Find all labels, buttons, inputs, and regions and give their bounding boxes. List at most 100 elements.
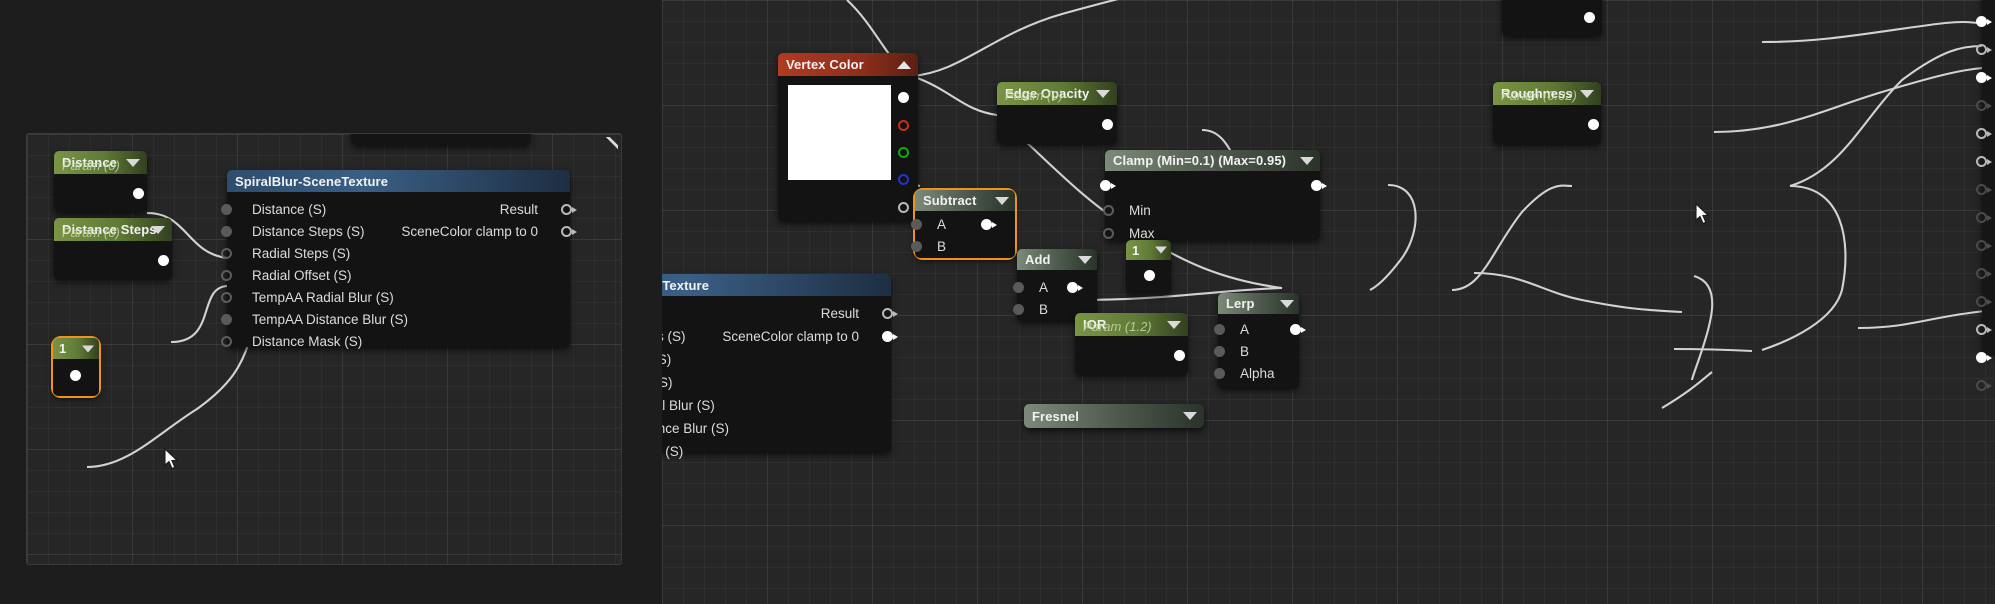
node-lerp[interactable]: Lerp A B Alpha: [1214, 293, 1306, 388]
node-ior-param[interactable]: IOR Param (1.2): [1075, 313, 1188, 375]
chevron-up-icon[interactable]: [897, 60, 911, 69]
node-header[interactable]: SpiralBlur-SceneTexture: [227, 170, 570, 192]
output-pin-b[interactable]: [898, 174, 911, 187]
node-header[interactable]: Subtract: [915, 190, 1015, 211]
output-pin-result[interactable]: [981, 219, 997, 232]
chevron-down-icon[interactable]: [1167, 320, 1181, 329]
output-pin-result[interactable]: [882, 308, 898, 321]
input-pin-a[interactable]: [911, 219, 924, 232]
material-input-pin-custom-data-1[interactable]: [1976, 296, 1992, 309]
input-pin-distance[interactable]: [221, 204, 234, 217]
output-pin-value[interactable]: [133, 188, 146, 201]
output-pin-result[interactable]: [1311, 180, 1327, 193]
node-add[interactable]: Add A B: [1013, 249, 1097, 321]
output-pin-value[interactable]: [1174, 350, 1187, 363]
output-pin-r[interactable]: [898, 120, 911, 133]
right-graph-panel[interactable]: Param (0) Vertex Color Edge Opacity: [662, 0, 1995, 604]
panel-resize-grip[interactable]: [604, 137, 618, 151]
material-input-pin-pixel-depth-offset[interactable]: [1976, 380, 1992, 393]
chevron-down-icon[interactable]: [1183, 412, 1197, 420]
node-header[interactable]: Add: [1017, 249, 1097, 270]
output-pin-a[interactable]: [898, 202, 911, 215]
material-input-pin-emissive-color[interactable]: [1976, 44, 1992, 57]
output-pin-result[interactable]: [561, 204, 577, 217]
input-pin-distance-mask[interactable]: [221, 336, 234, 349]
chevron-down-icon[interactable]: [1280, 299, 1294, 308]
node-header[interactable]: Lerp: [1218, 293, 1299, 314]
output-pin-value[interactable]: [70, 370, 83, 383]
input-pin-b[interactable]: [1013, 304, 1026, 317]
chevron-down-icon[interactable]: [995, 196, 1009, 205]
material-input-pin-custom-data-0[interactable]: [1976, 268, 1992, 281]
output-pin-g[interactable]: [898, 147, 911, 160]
output-pin-value[interactable]: [1588, 119, 1601, 132]
node-constant-one[interactable]: 1: [51, 336, 101, 398]
output-pin-value[interactable]: [505, 134, 518, 135]
chevron-down-icon[interactable]: [82, 345, 94, 352]
input-pin-alpha[interactable]: [1214, 368, 1227, 381]
input-pin-value[interactable]: [1100, 180, 1116, 193]
output-pin-value[interactable]: [1102, 119, 1115, 132]
material-input-pin-opacity-mask[interactable]: [1976, 100, 1992, 113]
node-header[interactable]: SpiralBlur-SceneTexture: [662, 274, 891, 296]
input-pin-radial-offset[interactable]: [221, 270, 234, 283]
chevron-down-icon[interactable]: [1155, 246, 1167, 254]
node-header[interactable]: 1: [53, 338, 99, 359]
node-clamp[interactable]: Clamp (Min=0.1) (Max=0.95) Min Max: [1100, 150, 1327, 241]
output-pin-rgba[interactable]: [898, 92, 911, 105]
input-pin-b[interactable]: [911, 241, 924, 254]
node-header[interactable]: 1: [1126, 240, 1171, 260]
node-edge-opacity-param[interactable]: Edge Opacity Param (0): [997, 82, 1117, 144]
input-pin-min[interactable]: [1103, 205, 1116, 218]
node-spiralblur-scenetexture-2[interactable]: SpiralBlur-SceneTexture Distance (S) Dis…: [662, 274, 898, 459]
input-pin-distance-steps[interactable]: [221, 226, 234, 239]
chevron-down-icon[interactable]: [1580, 89, 1594, 98]
node-offscreen-partial[interactable]: [351, 134, 531, 145]
input-pin-radial-steps[interactable]: [221, 248, 234, 261]
material-input-pin-ambient-occlusion[interactable]: [1976, 324, 1992, 337]
material-attributes-node[interactable]: SpecularRoughnessEmissive ColorOpacityOp…: [1976, 0, 1995, 391]
node-distance-param[interactable]: Distance Param (0): [54, 151, 147, 212]
material-input-pin-world-displacement[interactable]: [1976, 184, 1992, 197]
node-vertex-color[interactable]: Vertex Color: [778, 53, 918, 221]
material-input-pin-subsurface-color[interactable]: [1976, 240, 1992, 253]
node-fresnel[interactable]: Fresnel: [1024, 404, 1204, 428]
chevron-down-icon[interactable]: [1096, 89, 1110, 98]
material-input-pin-world-position-offset[interactable]: [1976, 156, 1992, 169]
input-pin-a[interactable]: [1013, 282, 1026, 295]
chevron-down-icon[interactable]: [151, 225, 165, 234]
material-input-pin-opacity[interactable]: [1976, 72, 1992, 85]
material-input-pin-roughness[interactable]: [1976, 16, 1992, 29]
output-pin-value[interactable]: [1584, 12, 1597, 25]
material-input-pin-normal[interactable]: [1976, 128, 1992, 141]
material-input-pin-specular[interactable]: [1976, 0, 1989, 1]
input-pin-a[interactable]: [1214, 324, 1227, 337]
node-header[interactable]: Vertex Color: [778, 53, 918, 76]
output-pin-value[interactable]: [158, 255, 171, 268]
left-graph-panel[interactable]: Distance Param (0) Distance Steps Param …: [26, 133, 622, 565]
pin-label: Max: [1129, 226, 1155, 241]
node-subtract[interactable]: Subtract A B: [911, 188, 1017, 260]
node-constant-one-clamp[interactable]: 1: [1126, 240, 1171, 294]
output-pin-scenecolor-clamp[interactable]: [561, 226, 577, 239]
output-pin-result[interactable]: [1290, 324, 1306, 337]
node-distance-steps-param[interactable]: Distance Steps Param (0): [54, 218, 172, 279]
output-pin-value[interactable]: [1144, 270, 1157, 283]
input-pin-b[interactable]: [1214, 346, 1227, 359]
node-spiralblur-scenetexture[interactable]: SpiralBlur-SceneTexture Distance (S) Dis…: [221, 170, 577, 349]
node-top-param[interactable]: Param (0): [1502, 0, 1602, 36]
material-input-pin-tessellation-multiplier[interactable]: [1976, 212, 1992, 225]
chevron-down-icon[interactable]: [1300, 156, 1314, 165]
output-pin-scenecolor-clamp[interactable]: [882, 331, 898, 344]
node-header[interactable]: Clamp (Min=0.1) (Max=0.95): [1105, 150, 1320, 171]
material-input-pin-refraction[interactable]: [1976, 352, 1992, 365]
node-header[interactable]: Fresnel: [1024, 404, 1204, 428]
chevron-down-icon[interactable]: [126, 158, 140, 167]
chevron-down-icon[interactable]: [1078, 255, 1092, 264]
input-pin-tempaa-distance-blur[interactable]: [221, 314, 234, 327]
input-pin-tempaa-radial-blur[interactable]: [221, 292, 234, 305]
input-pin-max[interactable]: [1103, 228, 1116, 241]
output-pin-result[interactable]: [1067, 282, 1083, 295]
node-roughness-param[interactable]: Roughness Param (0.02): [1493, 82, 1601, 144]
pin-label: Radial Offset (S): [252, 268, 352, 283]
